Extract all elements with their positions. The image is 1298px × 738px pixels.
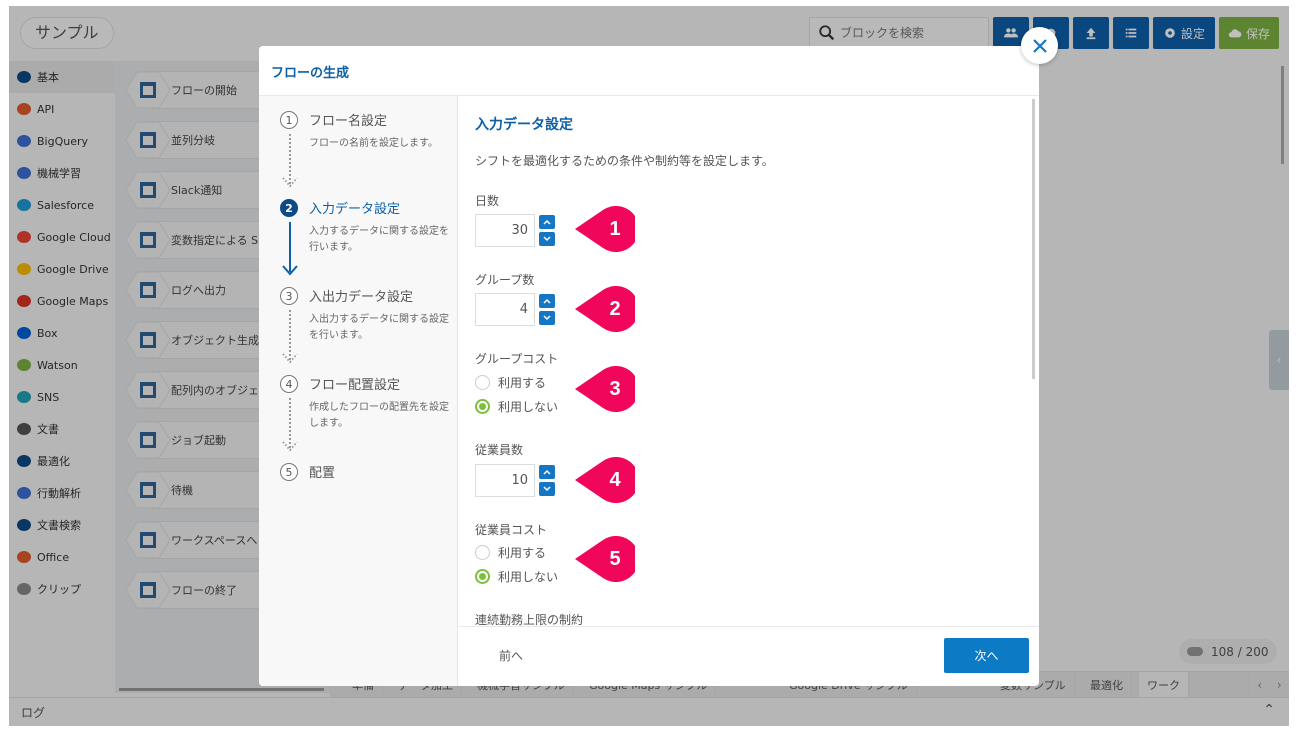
chevron-down-icon [543, 486, 551, 492]
step-number-3: 3 [280, 287, 298, 305]
step-title-5[interactable]: 配置 [309, 462, 335, 481]
groups-decrement[interactable] [539, 311, 555, 325]
group-cost-nouse-radio[interactable]: 利用しない [475, 398, 558, 415]
dialog-header: フローの生成 [259, 46, 1039, 96]
arrow-down-icon [282, 177, 298, 188]
step-title-4[interactable]: フロー配置設定 [309, 374, 400, 393]
arrow-down-icon [282, 441, 298, 452]
group-cost-label: グループコスト [475, 352, 559, 366]
step-description-4: 作成したフローの配置先を設定します。 [309, 402, 449, 429]
group-cost-use-radio[interactable]: 利用する [475, 374, 546, 391]
step-number-1: 1 [280, 111, 298, 129]
section-title: 入力データ設定 [475, 117, 573, 133]
step-number-4: 4 [280, 375, 298, 393]
employees-label: 従業員数 [475, 443, 524, 457]
groups-label: グループ数 [475, 273, 535, 287]
employees-decrement[interactable] [539, 482, 555, 496]
days-decrement[interactable] [539, 232, 555, 246]
annotation-badge-5: 5 [575, 536, 639, 582]
wizard-steps: 1 フロー名設定フローの名前を設定します。 2 入力データ設定入力するデータに関する設… [259, 96, 458, 686]
days-increment[interactable] [539, 215, 555, 229]
chevron-up-icon [543, 298, 551, 304]
close-dialog-button[interactable] [1021, 27, 1058, 64]
step-description-3: 入出力するデータに関する設定を行います。 [309, 314, 449, 341]
step-title-2[interactable]: 入力データ設定 [309, 198, 400, 217]
step-number-5: 5 [280, 463, 298, 481]
days-label: 日数 [475, 194, 500, 208]
annotation-badge-1: 1 [575, 206, 639, 252]
section-description: シフトを最適化するための条件や制約等を設定します。 [475, 154, 774, 168]
employee-cost-label: 従業員コスト [475, 523, 548, 537]
step-title-1[interactable]: フロー名設定 [309, 110, 387, 129]
dialog-footer: 前へ 次へ [459, 626, 1039, 686]
create-flow-dialog: フローの生成 1 フロー名設定フローの名前を設定します。 2 入力データ設定入力するデ… [259, 46, 1039, 686]
groups-increment[interactable] [539, 294, 555, 308]
close-icon [1032, 38, 1047, 53]
annotation-badge-4: 4 [575, 457, 639, 503]
next-button[interactable]: 次へ [944, 638, 1029, 673]
annotation-badge-2: 2 [575, 286, 639, 332]
step-description-2: 入力するデータに関する設定を行います。 [309, 226, 449, 253]
groups-input[interactable] [475, 293, 535, 326]
dialog-content: 入力データ設定 シフトを最適化するための条件や制約等を設定します。 日数 1 グ… [459, 96, 1039, 626]
arrow-down-icon [282, 265, 298, 276]
step-number-2: 2 [280, 199, 298, 217]
step-title-3[interactable]: 入出力データ設定 [309, 286, 413, 305]
employees-increment[interactable] [539, 465, 555, 479]
employee-cost-use-radio[interactable]: 利用する [475, 544, 546, 561]
days-input[interactable] [475, 214, 535, 247]
arrow-down-icon [282, 353, 298, 364]
chevron-down-icon [543, 315, 551, 321]
employee-cost-nouse-radio[interactable]: 利用しない [475, 568, 558, 585]
consecutive-limit-label: 連続勤務上限の制約 [475, 613, 584, 626]
content-scrollbar[interactable] [1032, 99, 1035, 379]
chevron-up-icon [543, 219, 551, 225]
dialog-title: フローの生成 [271, 66, 350, 81]
step-description-1: フローの名前を設定します。 [309, 138, 438, 149]
chevron-down-icon [543, 236, 551, 242]
employees-input[interactable] [475, 464, 535, 497]
chevron-up-icon [543, 469, 551, 475]
prev-button[interactable]: 前へ [499, 647, 523, 664]
annotation-badge-3: 3 [575, 366, 639, 412]
